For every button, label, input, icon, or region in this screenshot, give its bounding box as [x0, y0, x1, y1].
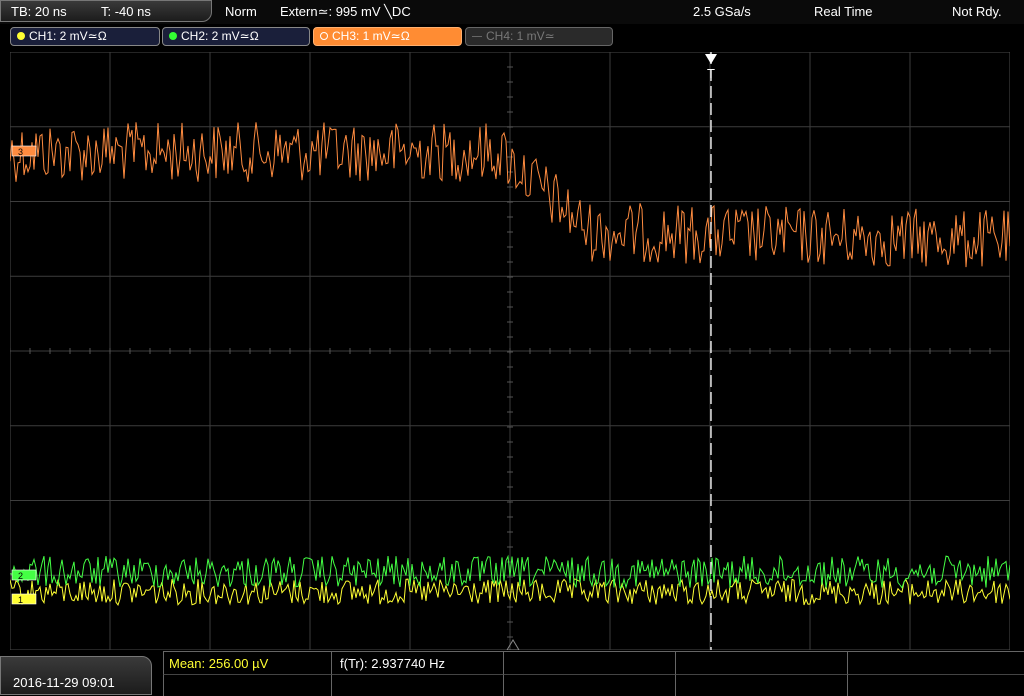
ch3-dot-icon	[320, 32, 328, 40]
waveform-display[interactable]: T 3 2 1	[10, 52, 1010, 650]
ch1-marker-label: 1	[18, 595, 23, 605]
date-time-box: 2016-11-29 09:01	[0, 656, 152, 695]
status-bar: TB: 20 ns T: -40 ns Norm Extern≃: 995 mV…	[0, 0, 1024, 24]
trigger-time-label: T: -40 ns	[101, 4, 151, 19]
channel-2-button[interactable]: CH2: 2 mV≃Ω	[162, 27, 310, 46]
channel-1-button[interactable]: CH1: 2 mV≃Ω	[10, 27, 160, 46]
ch2-marker-label: 2	[18, 571, 23, 581]
timebase-box[interactable]: TB: 20 ns T: -40 ns	[0, 0, 212, 22]
timebase-label: TB: 20 ns	[11, 4, 67, 19]
ch3-label: CH3: 1 mV≃Ω	[332, 29, 410, 43]
ch2-dot-icon	[169, 32, 177, 40]
channel-bar: CH1: 2 mV≃Ω CH2: 2 mV≃Ω CH3: 1 mV≃Ω CH4:…	[0, 25, 1024, 49]
footer-bar: 2016-11-29 09:01 Mean: 256.00 µV f(Tr): …	[0, 651, 1024, 696]
frequency-measurement: f(Tr): 2.937740 Hz	[340, 656, 446, 671]
channel-3-button[interactable]: CH3: 1 mV≃Ω	[313, 27, 462, 46]
acquisition-mode[interactable]: Real Time	[814, 4, 873, 19]
trigger-source[interactable]: Extern≃: 995 mV ╲DC	[280, 4, 411, 20]
channel-4-button[interactable]: CH4: 1 mV≃	[465, 27, 613, 46]
mean-measurement: Mean: 256.00 µV	[169, 656, 269, 671]
ch2-label: CH2: 2 mV≃Ω	[181, 29, 259, 43]
date-time: 2016-11-29 09:01	[13, 675, 115, 690]
ch3-level-marker[interactable]: 3	[11, 145, 37, 157]
ch1-label: CH1: 2 mV≃Ω	[29, 29, 107, 43]
ch3-marker-label: 3	[18, 147, 23, 157]
ch2-level-marker[interactable]: 2	[11, 569, 37, 581]
measurement-panel[interactable]: Mean: 256.00 µV f(Tr): 2.937740 Hz	[163, 651, 1024, 696]
ch4-label: CH4: 1 mV≃	[486, 29, 555, 43]
acquisition-status: Not Rdy.	[952, 4, 1002, 19]
ch1-dot-icon	[17, 32, 25, 40]
ch1-level-marker[interactable]: 1	[11, 593, 37, 605]
trigger-marker-label: T	[707, 66, 715, 81]
trigger-mode[interactable]: Norm	[225, 4, 257, 19]
ch4-off-icon	[472, 36, 482, 37]
sample-rate: 2.5 GSa/s	[693, 4, 751, 19]
